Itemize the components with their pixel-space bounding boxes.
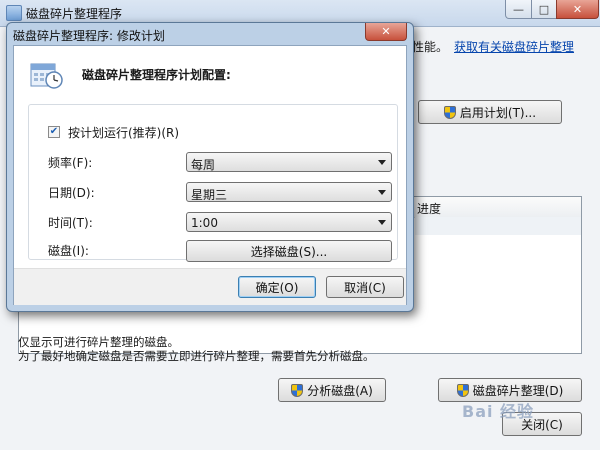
uac-shield-icon <box>291 383 304 397</box>
uac-shield-icon <box>456 383 469 397</box>
analyze-disk-label: 分析磁盘(A) <box>307 383 373 398</box>
cancel-label: 取消(C) <box>344 280 386 295</box>
calendar-clock-icon <box>30 63 63 89</box>
cancel-button[interactable]: 取消(C) <box>326 276 404 298</box>
main-close-window-button[interactable]: ✕ <box>556 0 599 19</box>
day-label: 日期(D): <box>48 186 95 200</box>
description-text: 性能。 <box>412 40 449 54</box>
dialog-footer: 确定(O) 取消(C) <box>14 268 406 305</box>
analyze-disk-button[interactable]: 分析磁盘(A) <box>278 378 386 402</box>
frequency-select[interactable]: 每周 <box>186 152 392 172</box>
modify-schedule-dialog: 磁盘碎片整理程序: 修改计划 ✕ 磁盘碎片整理程序计划配置: ✔ 按计划运行(推… <box>6 22 414 312</box>
dialog-heading: 磁盘碎片整理程序计划配置: <box>82 68 231 82</box>
time-select[interactable]: 1:00 <box>186 212 392 232</box>
dialog-close-button[interactable]: ✕ <box>365 23 407 41</box>
enable-schedule-label: 启用计划(T)... <box>459 105 537 120</box>
day-select[interactable]: 星期三 <box>186 182 392 202</box>
disks-label: 磁盘(I): <box>48 244 89 258</box>
minimize-button[interactable]: — <box>505 0 532 19</box>
frequency-label: 频率(F): <box>48 156 93 170</box>
info-text-2: 为了最好地确定磁盘是否需要立即进行碎片整理，需要首先分析磁盘。 <box>18 349 375 363</box>
chevron-down-icon <box>378 160 386 165</box>
maximize-button[interactable]: □ <box>531 0 557 19</box>
run-on-schedule-label[interactable]: 按计划运行(推荐)(R) <box>68 124 179 141</box>
main-window-title: 磁盘碎片整理程序 <box>26 7 123 21</box>
time-value: 1:00 <box>191 216 218 230</box>
chevron-down-icon <box>378 190 386 195</box>
help-link[interactable]: 获取有关磁盘碎片整理 <box>454 38 574 55</box>
uac-shield-icon <box>443 105 456 119</box>
defragment-label: 磁盘碎片整理(D) <box>472 383 564 398</box>
ok-label: 确定(O) <box>255 280 299 295</box>
day-value: 星期三 <box>191 188 228 202</box>
defrag-app-icon <box>6 5 22 21</box>
ok-button[interactable]: 确定(O) <box>238 276 316 298</box>
select-disks-label: 选择磁盘(S)... <box>250 244 328 259</box>
list-row[interactable] <box>415 217 581 235</box>
dialog-title: 磁盘碎片整理程序: 修改计划 <box>13 29 165 43</box>
chevron-down-icon <box>378 220 386 225</box>
time-label: 时间(T): <box>48 216 93 230</box>
run-on-schedule-checkbox[interactable]: ✔ <box>48 126 60 138</box>
enable-schedule-button[interactable]: 启用计划(T)... <box>418 100 562 124</box>
column-header-progress[interactable]: 进度 <box>417 200 441 217</box>
dialog-body: 磁盘碎片整理程序计划配置: ✔ 按计划运行(推荐)(R) 频率(F): 每周 日… <box>13 45 407 305</box>
watermark-logo: Bai 经验 <box>462 402 535 421</box>
select-disks-button[interactable]: 选择磁盘(S)... <box>186 240 392 262</box>
frequency-value: 每周 <box>191 158 216 172</box>
